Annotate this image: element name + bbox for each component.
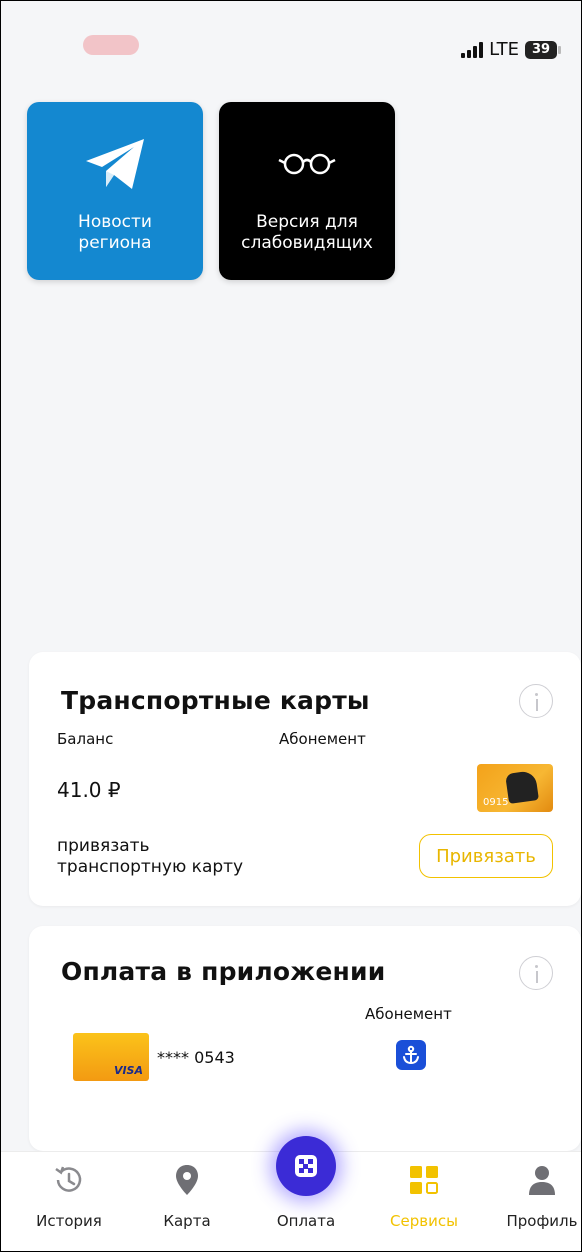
telegram-plane-icon xyxy=(84,136,146,192)
transport-cards-panel: Транспортные карты Баланс Абонемент 41.0… xyxy=(29,652,581,906)
pay-qr-button[interactable] xyxy=(276,1136,336,1196)
grid-icon xyxy=(409,1160,439,1200)
nav-profile-label: Профиль xyxy=(506,1212,578,1230)
battery-icon: 39 xyxy=(525,40,561,59)
signal-icon xyxy=(461,41,484,58)
transport-card-thumbnail[interactable]: 0915 xyxy=(477,764,553,812)
anchor-icon[interactable] xyxy=(396,1040,426,1070)
glasses-icon xyxy=(277,136,337,192)
map-pin-icon xyxy=(174,1160,200,1200)
card-brand: VISA xyxy=(113,1064,143,1077)
transport-card-number: 0915 xyxy=(483,797,509,808)
bank-card-thumbnail[interactable]: VISA xyxy=(73,1033,149,1081)
status-bar: LTE 39 xyxy=(461,39,561,60)
info-icon[interactable] xyxy=(519,956,553,990)
nav-services-label: Сервисы xyxy=(390,1212,458,1230)
bind-card-button[interactable]: Привязать xyxy=(419,834,553,878)
card-masked-number: **** 0543 xyxy=(157,1048,235,1067)
in-app-payment-panel: Оплата в приложении Абонемент VISA **** … xyxy=(29,926,581,1151)
balance-label: Баланс xyxy=(57,730,114,748)
recording-indicator xyxy=(83,35,139,55)
app-screen: LTE 39 Новости региона Версия для слабов… xyxy=(0,0,582,1252)
balance-value: 41.0 ₽ xyxy=(57,778,121,802)
nav-map-label: Карта xyxy=(163,1212,211,1230)
nav-map[interactable]: Карта xyxy=(139,1160,235,1230)
nav-services[interactable]: Сервисы xyxy=(376,1160,472,1230)
user-icon xyxy=(528,1160,556,1200)
link-card-text: привязать транспортную карту xyxy=(57,836,244,877)
history-icon xyxy=(52,1160,86,1200)
tile-low-vision-label: Версия для слабовидящих xyxy=(241,212,373,253)
battery-level: 39 xyxy=(525,40,557,59)
transport-cards-title: Транспортные карты xyxy=(61,686,370,715)
in-app-payment-title: Оплата в приложении xyxy=(61,957,386,986)
nav-profile[interactable]: Профиль xyxy=(494,1160,581,1230)
nav-history[interactable]: История xyxy=(21,1160,117,1230)
subscription-label: Абонемент xyxy=(279,730,366,748)
subscription-label: Абонемент xyxy=(365,1005,452,1023)
nav-payment-label: Оплата xyxy=(276,1212,336,1230)
tile-region-news[interactable]: Новости региона xyxy=(27,102,203,280)
qr-icon xyxy=(295,1155,317,1177)
tile-low-vision[interactable]: Версия для слабовидящих xyxy=(219,102,395,280)
network-type: LTE xyxy=(489,39,519,60)
nav-history-label: История xyxy=(36,1212,102,1230)
tile-region-news-label: Новости региона xyxy=(78,212,152,253)
info-icon[interactable] xyxy=(519,684,553,718)
